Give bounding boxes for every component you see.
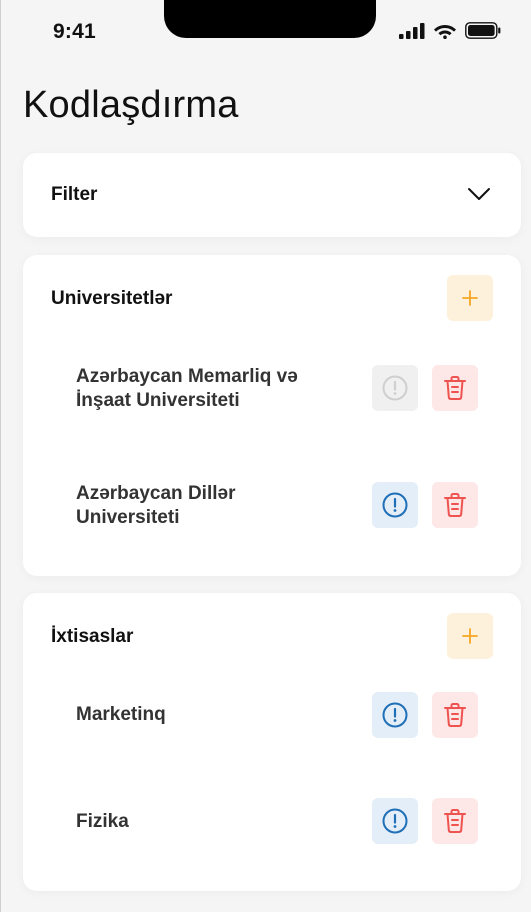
university-item-label: Azərbaycan Memarliq və İnşaat Universite… xyxy=(76,366,298,411)
trash-icon xyxy=(444,703,466,727)
trash-icon xyxy=(444,809,466,833)
specialty-delete-button[interactable] xyxy=(432,798,478,844)
trash-icon xyxy=(444,493,466,517)
add-university-button[interactable] xyxy=(447,275,493,321)
filter-dropdown[interactable]: Filter xyxy=(23,153,521,237)
specialty-delete-button[interactable] xyxy=(432,692,478,738)
filter-label: Filter xyxy=(51,184,98,205)
page-title: Kodlaşdırma xyxy=(23,84,239,126)
universities-title: Universitetlər xyxy=(51,288,173,309)
wifi-icon xyxy=(434,25,456,39)
specialties-card: İxtisaslar Marketinq Fizika xyxy=(23,593,521,891)
university-delete-button[interactable] xyxy=(432,365,478,411)
screen: 9:41 Kodlaşdırma Filter Universitetlər A… xyxy=(0,0,531,912)
exclamation-circle-icon xyxy=(382,375,408,401)
specialty-item-label: Fizika xyxy=(76,811,129,832)
exclamation-circle-icon xyxy=(382,492,408,518)
exclamation-circle-icon xyxy=(382,702,408,728)
specialty-info-button[interactable] xyxy=(372,692,418,738)
university-item-label: Azərbaycan Dillər Universiteti xyxy=(76,483,236,528)
status-bar: 9:41 xyxy=(1,0,531,60)
status-icons xyxy=(399,22,501,39)
university-info-button[interactable] xyxy=(372,365,418,411)
university-delete-button[interactable] xyxy=(432,482,478,528)
plus-icon xyxy=(462,628,478,644)
specialty-info-button[interactable] xyxy=(372,798,418,844)
specialties-title: İxtisaslar xyxy=(51,626,134,647)
specialty-item-label: Marketinq xyxy=(76,704,166,725)
universities-card: Universitetlər Azərbaycan Memarliq və İn… xyxy=(23,255,521,576)
university-info-button[interactable] xyxy=(372,482,418,528)
chevron-down-icon[interactable] xyxy=(467,187,491,201)
plus-icon xyxy=(462,290,478,306)
add-specialty-button[interactable] xyxy=(447,613,493,659)
cellular-signal-icon xyxy=(399,22,425,39)
exclamation-circle-icon xyxy=(382,808,408,834)
trash-icon xyxy=(444,376,466,400)
battery-icon xyxy=(465,22,501,39)
status-time: 9:41 xyxy=(53,20,96,43)
device-notch xyxy=(164,0,376,38)
